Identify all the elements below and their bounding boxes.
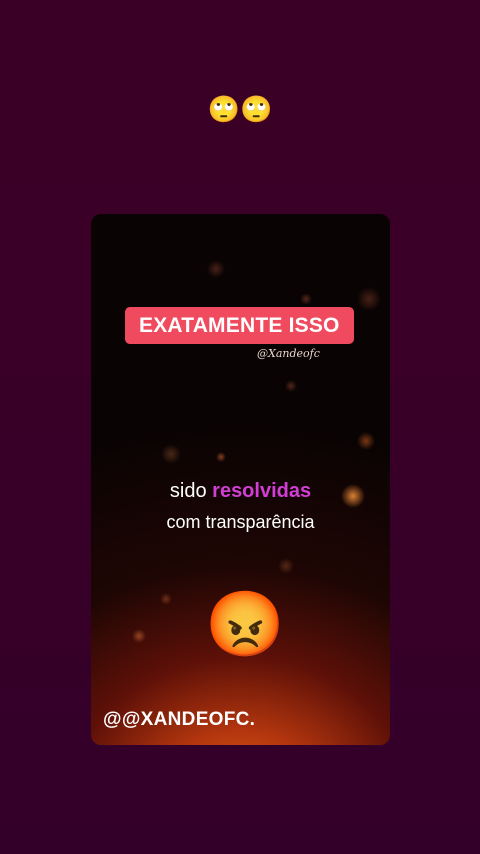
headline-tag: EXATAMENTE ISSO: [125, 307, 354, 344]
subtitle-highlight-text: resolvidas: [212, 480, 312, 502]
angry-face-emoji: 😡: [205, 588, 285, 660]
story-caption-emoji: 🙄🙄: [207, 95, 273, 125]
subtitle-line-1: sido resolvidas: [91, 478, 390, 504]
subtitle-line-2: com transparência: [166, 512, 315, 532]
video-card[interactable]: EXATAMENTE ISSO @Xandeofc sido resolvida…: [91, 214, 390, 745]
creator-handle: @@XANDEOFC.: [103, 709, 256, 730]
watermark-signature: @Xandeofc: [257, 347, 320, 360]
subtitle-plain-text: sido: [169, 480, 207, 502]
